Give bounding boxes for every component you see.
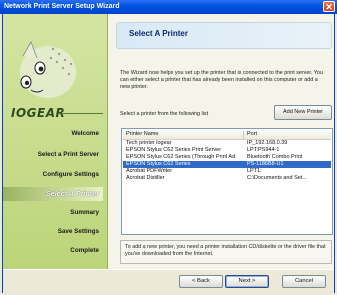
- printer-name: EPSON Stylus C62 Series Print Server: [126, 147, 222, 153]
- printer-name: EPSON Stylus C62 Series (Through Print A…: [126, 154, 236, 160]
- main-panel: Select A Printer The Wizard now helps yo…: [108, 14, 334, 269]
- printer-port: Bluetooth Combo Print: [247, 154, 303, 160]
- printer-port: LPT1:: [247, 168, 262, 174]
- printer-row[interactable]: EPSON Stylus C62 Series Print Server LPT…: [123, 147, 331, 154]
- next-button[interactable]: Next >: [225, 275, 269, 288]
- step-complete: Complete: [70, 247, 99, 254]
- add-printer-note: To add a new printer, you need a printer…: [120, 240, 332, 264]
- window-title: Network Print Server Setup Wizard: [4, 3, 120, 10]
- step-summary: Summary: [70, 209, 99, 216]
- step-configure-settings: Configure Settings: [42, 171, 99, 178]
- printer-port: C:\Documents and Set...: [247, 175, 307, 181]
- title-bar: Network Print Server Setup Wizard ✕: [0, 0, 337, 14]
- column-header-port[interactable]: Port: [247, 131, 257, 137]
- cat-mascot-icon: [20, 41, 76, 98]
- step-save-settings: Save Settings: [57, 228, 99, 235]
- printer-name: EPSON Stylus C62 Series: [126, 161, 191, 167]
- printer-row-selected[interactable]: EPSON Stylus C62 Series PS-1186B8-U1: [123, 161, 331, 168]
- printer-name: Acrobat Distiller: [126, 175, 165, 181]
- printer-name: Acrobat PDFWriter: [126, 168, 173, 174]
- logo-divider: [63, 113, 103, 114]
- printer-row[interactable]: Tech printer logear IP_192.168.0.39: [123, 140, 331, 147]
- add-new-printer-button[interactable]: Add New Printer: [274, 105, 332, 120]
- step-select-print-server: Select a Print Server: [37, 151, 99, 158]
- printer-list[interactable]: Printer Name Port Tech printer logear IP…: [121, 128, 333, 235]
- column-divider[interactable]: [243, 131, 244, 139]
- select-printer-label: Select a printer from the following list: [120, 111, 209, 117]
- page-header: Select A Printer: [116, 22, 332, 49]
- step-welcome: Welcome: [71, 130, 99, 137]
- column-header-printer-name[interactable]: Printer Name: [126, 131, 158, 137]
- iogear-logo: IOGEAR: [11, 106, 66, 120]
- intro-text: The Wizard now helps you set up the prin…: [120, 70, 323, 90]
- printer-row[interactable]: Acrobat PDFWriter LPT1:: [123, 168, 331, 175]
- wizard-body: IOGEAR Welcome Select a Print Server Con…: [2, 14, 335, 293]
- printer-port: LPT:PS944-1: [247, 147, 280, 153]
- close-icon: ✕: [325, 2, 333, 12]
- sidebar: IOGEAR Welcome Select a Print Server Con…: [3, 14, 108, 269]
- cancel-button[interactable]: Cancel: [282, 275, 326, 288]
- close-button[interactable]: ✕: [323, 1, 335, 12]
- printer-name: Tech printer logear: [126, 140, 172, 146]
- printer-row[interactable]: EPSON Stylus C62 Series (Through Print A…: [123, 154, 331, 161]
- list-header: Printer Name Port: [123, 130, 331, 140]
- step-select-a-printer: Select A Printer: [3, 187, 103, 201]
- printer-row[interactable]: Acrobat Distiller C:\Documents and Set..…: [123, 175, 331, 182]
- printer-port: IP_192.168.0.39: [247, 140, 288, 146]
- wizard-footer: < Back Next > Cancel: [3, 269, 334, 293]
- page-title: Select A Printer: [129, 29, 188, 38]
- back-button[interactable]: < Back: [179, 275, 223, 288]
- printer-port: PS-1186B8-U1: [247, 161, 284, 167]
